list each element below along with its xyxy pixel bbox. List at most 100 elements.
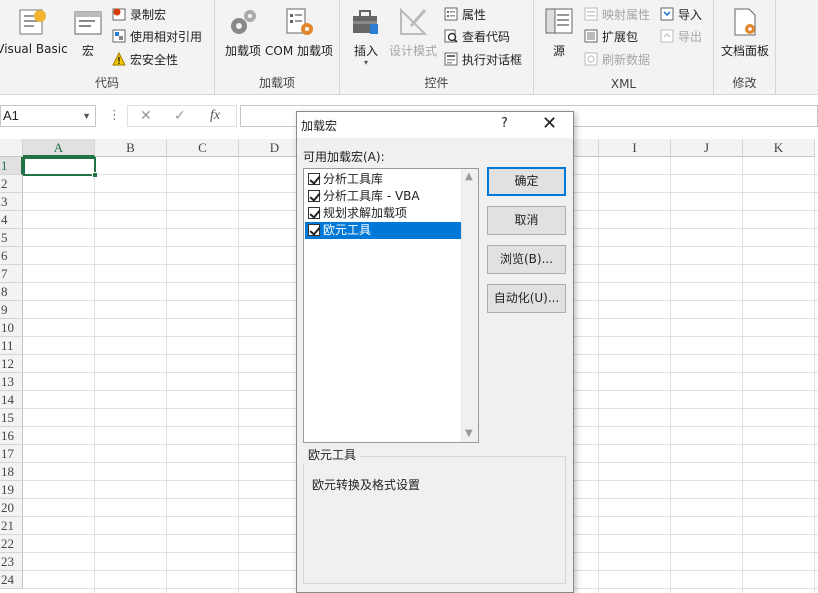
ok-button[interactable]: 确定 <box>487 167 566 196</box>
row-header[interactable]: 2 <box>0 175 23 193</box>
column-header[interactable]: C <box>167 139 239 157</box>
row-header[interactable]: 15 <box>0 409 23 427</box>
column-header[interactable]: B <box>95 139 167 157</box>
row-header[interactable]: 5 <box>0 229 23 247</box>
macros-button[interactable]: 宏 <box>72 6 104 59</box>
grid-vline <box>598 157 599 593</box>
list-item[interactable]: 分析工具库 - VBA <box>305 188 461 205</box>
browse-button[interactable]: 浏览(B)... <box>487 245 566 274</box>
column-header[interactable]: A <box>23 139 95 157</box>
xml-export-button[interactable]: 导出 <box>660 28 702 46</box>
formula-buttons: ✕ ✓ fx <box>127 105 237 127</box>
record-macro-button[interactable]: 录制宏 <box>112 6 166 24</box>
macro-security-button[interactable]: 宏安全性 <box>112 51 178 69</box>
checkbox[interactable] <box>308 207 320 219</box>
row-header[interactable]: 24 <box>0 571 23 589</box>
column-header[interactable]: J <box>671 139 743 157</box>
relative-reference-button[interactable]: 使用相对引用 <box>112 28 202 46</box>
grid-vline <box>742 157 743 593</box>
row-header[interactable]: 6 <box>0 247 23 265</box>
view-code-icon <box>444 29 458 43</box>
cancel-icon[interactable]: ✕ <box>140 108 152 124</box>
design-mode-button[interactable]: 设计模式 <box>388 6 438 59</box>
run-dialog-button[interactable]: 执行对话框 <box>444 51 522 69</box>
cancel-button[interactable]: 取消 <box>487 206 566 235</box>
map-properties-button[interactable]: 映射属性 <box>584 6 650 24</box>
row-header[interactable]: 23 <box>0 553 23 571</box>
scroll-down-icon[interactable]: ▼ <box>465 428 473 439</box>
warning-icon <box>112 51 126 66</box>
view-code-button[interactable]: 查看代码 <box>444 28 510 46</box>
more-options-icon[interactable]: ⋮ <box>108 108 121 123</box>
row-header[interactable]: 19 <box>0 481 23 499</box>
list-item-selected[interactable]: 欧元工具 <box>305 222 461 239</box>
name-box[interactable]: A1 ▼ <box>0 105 96 127</box>
properties-button[interactable]: 属性 <box>444 6 486 24</box>
row-header[interactable]: 4 <box>0 211 23 229</box>
select-all-corner[interactable] <box>0 139 23 157</box>
controls-group: 插入 ▾ 设计模式 属性 查看代码 执行对话框 控件 <box>340 0 534 95</box>
row-header[interactable]: 14 <box>0 391 23 409</box>
addins-listbox[interactable]: 分析工具库 分析工具库 - VBA 规划求解加载项 欧元工具 ▲ ▼ <box>303 168 479 443</box>
expansion-packs-icon <box>584 29 598 43</box>
automation-button[interactable]: 自动化(U)... <box>487 284 566 313</box>
document-panel-button[interactable]: 文档面板 <box>718 6 772 59</box>
close-button[interactable]: ✕ <box>542 113 557 134</box>
list-item-label: 分析工具库 - VBA <box>323 189 420 203</box>
design-mode-label: 设计模式 <box>388 44 437 58</box>
row-header[interactable]: 13 <box>0 373 23 391</box>
checkbox[interactable] <box>308 190 320 202</box>
fill-handle[interactable] <box>92 172 98 178</box>
view-code-label: 查看代码 <box>462 30 511 44</box>
row-header[interactable]: 20 <box>0 499 23 517</box>
row-header[interactable]: 1 <box>0 157 23 175</box>
expansion-packs-button[interactable]: 扩展包 <box>584 28 638 46</box>
row-header[interactable]: 22 <box>0 535 23 553</box>
run-dialog-icon <box>444 52 458 66</box>
list-item-label: 规划求解加载项 <box>323 206 408 220</box>
import-label: 导入 <box>678 8 703 22</box>
row-header[interactable]: 21 <box>0 517 23 535</box>
chevron-down-icon[interactable]: ▼ <box>82 106 91 126</box>
row-header[interactable]: 3 <box>0 193 23 211</box>
xml-import-button[interactable]: 导入 <box>660 6 702 24</box>
addins-button[interactable]: 加载项 <box>220 6 266 59</box>
checkbox[interactable] <box>308 224 320 236</box>
column-header[interactable]: K <box>743 139 815 157</box>
addins-group: 加载项 COM 加载项 加载项 <box>215 0 340 95</box>
row-header[interactable]: 18 <box>0 463 23 481</box>
row-header[interactable]: 10 <box>0 319 23 337</box>
row-header[interactable]: 9 <box>0 301 23 319</box>
xml-group-label: XML <box>610 77 637 91</box>
xml-source-button[interactable]: 源 <box>542 6 576 59</box>
active-cell[interactable] <box>23 157 98 178</box>
com-addins-button[interactable]: COM 加载项 <box>262 6 336 59</box>
column-header[interactable]: I <box>599 139 671 157</box>
grid-vline <box>166 157 167 593</box>
relative-reference-icon <box>112 29 126 43</box>
scroll-up-icon[interactable]: ▲ <box>465 171 473 182</box>
row-header[interactable]: 8 <box>0 283 23 301</box>
xml-group: 源 映射属性 扩展包 刷新数据 导入 导出 XML <box>534 0 714 95</box>
insert-function-icon[interactable]: fx <box>210 108 220 124</box>
row-header[interactable]: 16 <box>0 427 23 445</box>
list-item[interactable]: 规划求解加载项 <box>305 205 461 222</box>
insert-control-button[interactable]: 插入 ▾ <box>346 6 386 67</box>
vertical-scrollbar[interactable]: ▲ ▼ <box>461 169 478 442</box>
record-macro-icon <box>112 7 126 21</box>
map-properties-icon <box>584 7 598 21</box>
list-item[interactable]: 分析工具库 <box>305 171 461 188</box>
help-button[interactable]: ? <box>501 116 508 131</box>
row-header[interactable]: 17 <box>0 445 23 463</box>
xml-source-label: 源 <box>552 44 565 58</box>
visual-basic-button[interactable]: Visual Basic <box>0 6 72 56</box>
list-item-label: 欧元工具 <box>323 223 372 237</box>
insert-label: 插入 <box>353 44 378 58</box>
row-header[interactable]: 7 <box>0 265 23 283</box>
enter-icon[interactable]: ✓ <box>174 108 186 124</box>
row-header[interactable]: 12 <box>0 355 23 373</box>
checkbox[interactable] <box>308 173 320 185</box>
design-mode-icon <box>397 6 429 38</box>
refresh-data-button[interactable]: 刷新数据 <box>584 51 650 69</box>
row-header[interactable]: 11 <box>0 337 23 355</box>
